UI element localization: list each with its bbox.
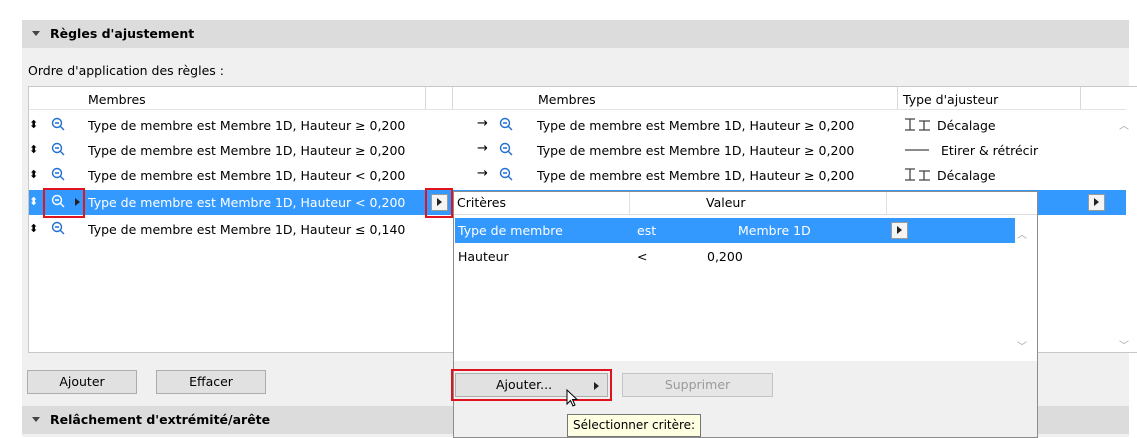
- member-rule-icon: [51, 167, 65, 181]
- rule-left-members: Type de membre est Membre 1D, Hauteur < …: [88, 168, 406, 183]
- criteria-value: Membre 1D: [738, 223, 811, 238]
- reorder-handle-icon[interactable]: ⬍: [29, 143, 38, 156]
- highlight-add-criteria: [451, 369, 612, 401]
- column-header-members-left[interactable]: Membres: [88, 92, 146, 107]
- member-rule-icon: [499, 117, 513, 131]
- section-adjust-rules-header[interactable]: Règles d'ajustement: [22, 20, 1129, 48]
- column-divider: [425, 87, 426, 109]
- column-divider: [452, 87, 453, 109]
- rule-row[interactable]: ⬍ Type de membre est Membre 1D, Hauteur …: [29, 113, 1126, 138]
- reorder-handle-icon[interactable]: ⬍: [29, 195, 38, 208]
- highlight-criteria-button: [425, 188, 453, 218]
- rule-arrow: →: [477, 166, 488, 181]
- criteria-operator: est: [637, 223, 657, 238]
- member-rule-icon: [499, 142, 513, 156]
- rule-arrow: →: [477, 116, 488, 131]
- offset-icon: [905, 168, 930, 181]
- column-header-members-right[interactable]: Membres: [538, 92, 596, 107]
- criteria-name: Type de membre: [458, 223, 563, 238]
- column-divider: [886, 192, 887, 214]
- criteria-row-selected[interactable]: Type de membre est Membre 1D: [455, 218, 1015, 243]
- member-rule-icon: [499, 167, 513, 181]
- scroll-up-icon[interactable]: ︿: [1017, 226, 1027, 241]
- column-divider: [629, 192, 630, 214]
- add-rule-button[interactable]: Ajouter: [27, 370, 137, 394]
- rule-arrow: →: [477, 141, 488, 156]
- delete-rule-button[interactable]: Effacer: [156, 370, 266, 394]
- column-header-value[interactable]: Valeur: [706, 195, 745, 210]
- rule-adjuster-type: Décalage: [937, 168, 996, 183]
- member-rule-icon: [51, 221, 65, 235]
- mouse-cursor-icon: [566, 389, 579, 407]
- section-title: Relâchement d'extrémité/arête: [50, 412, 271, 427]
- criteria-row[interactable]: Hauteur < 0,200: [455, 244, 1015, 269]
- stretch-shrink-icon: [905, 149, 929, 151]
- collapse-triangle-icon[interactable]: [32, 31, 40, 36]
- criteria-value-menu-button[interactable]: [891, 222, 908, 239]
- rule-row[interactable]: ⬍ Type de membre est Membre 1D, Hauteur …: [29, 138, 1126, 163]
- rule-left-members: Type de membre est Membre 1D, Hauteur ≤ …: [88, 222, 406, 237]
- remove-criteria-button[interactable]: Supprimer: [622, 373, 773, 397]
- section-title: Règles d'ajustement: [50, 26, 195, 41]
- offset-icon: [905, 118, 930, 131]
- highlight-left-rule-icon: [43, 188, 85, 218]
- rule-adjuster-type: Décalage: [937, 118, 996, 133]
- rule-adjuster-type: Etirer & rétrécir: [941, 143, 1039, 158]
- reorder-handle-icon[interactable]: ⬍: [29, 118, 38, 131]
- rule-left-members: Type de membre est Membre 1D, Hauteur ≥ …: [88, 143, 406, 158]
- scroll-down-icon[interactable]: ﹀: [1119, 337, 1129, 352]
- collapse-triangle-icon[interactable]: [32, 417, 40, 422]
- criteria-value: 0,200: [707, 249, 743, 264]
- column-divider: [897, 87, 898, 109]
- scroll-down-icon[interactable]: ﹀: [1017, 338, 1027, 353]
- rule-row[interactable]: ⬍ Type de membre est Membre 1D, Hauteur …: [29, 163, 1126, 188]
- reorder-handle-icon[interactable]: ⬍: [29, 222, 38, 235]
- rule-left-members: Type de membre est Membre 1D, Hauteur ≥ …: [88, 118, 406, 133]
- scroll-up-icon[interactable]: ︿: [1119, 117, 1129, 132]
- member-rule-icon: [51, 117, 65, 131]
- rule-right-members: Type de membre est Membre 1D, Hauteur ≥ …: [537, 168, 855, 183]
- row-menu-button[interactable]: [1088, 194, 1105, 211]
- column-header-criteria[interactable]: Critères: [457, 195, 506, 210]
- rule-left-members: Type de membre est Membre 1D, Hauteur < …: [88, 195, 406, 210]
- header-divider: [29, 109, 1126, 110]
- criteria-popup-header: Critères Valeur: [454, 192, 1037, 215]
- rules-order-label: Ordre d'application des règles :: [28, 63, 224, 78]
- criteria-operator: <: [637, 249, 648, 264]
- reorder-handle-icon[interactable]: ⬍: [29, 168, 38, 181]
- rule-right-members: Type de membre est Membre 1D, Hauteur ≥ …: [537, 143, 855, 158]
- tooltip: Sélectionner critère:: [567, 414, 702, 437]
- rule-right-members: Type de membre est Membre 1D, Hauteur ≥ …: [537, 118, 855, 133]
- member-rule-icon: [51, 142, 65, 156]
- column-header-adjuster-type[interactable]: Type d'ajusteur: [903, 92, 998, 107]
- criteria-name: Hauteur: [458, 249, 509, 264]
- column-divider: [1080, 87, 1081, 109]
